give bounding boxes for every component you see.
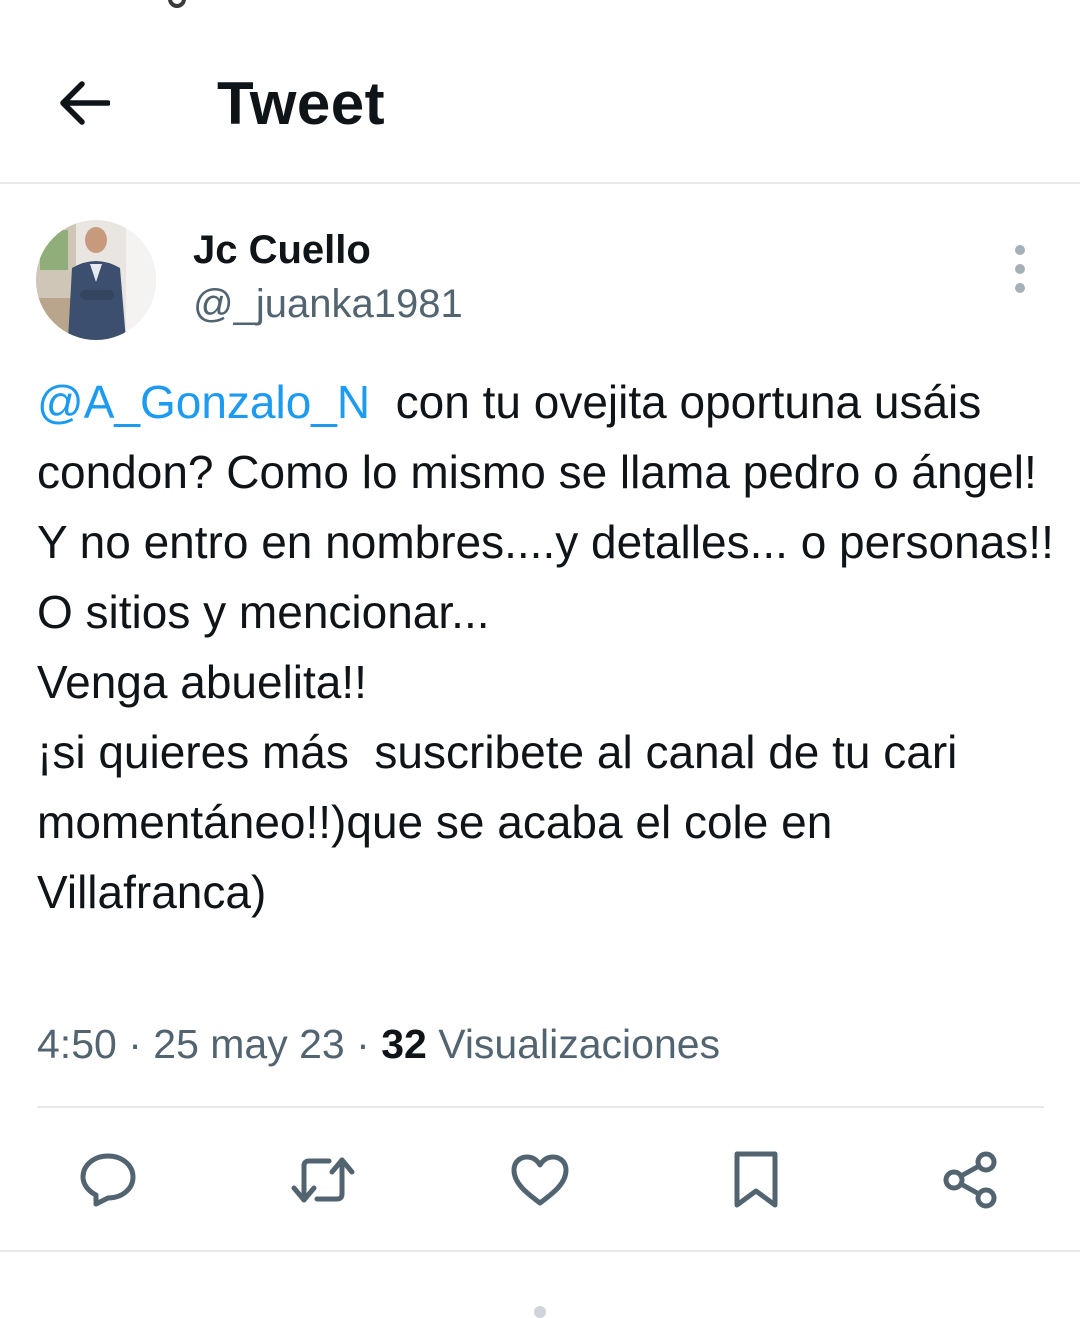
tweet-body: @A_Gonzalo_N con tu ovejita oportuna usá… bbox=[37, 367, 1057, 927]
divider bbox=[37, 1106, 1044, 1108]
views-label[interactable]: Visualizaciones bbox=[438, 1021, 720, 1067]
scroll-indicator bbox=[534, 1306, 546, 1318]
bookmark-icon bbox=[734, 1151, 778, 1208]
avatar[interactable] bbox=[36, 220, 156, 340]
status-icon bbox=[168, 0, 186, 8]
profile-photo bbox=[36, 220, 156, 340]
page-title: Tweet bbox=[217, 70, 386, 137]
tweet-time: 4:50 bbox=[37, 1021, 117, 1067]
views-count: 32 bbox=[381, 1021, 427, 1067]
more-options-button[interactable] bbox=[1000, 245, 1040, 293]
retweet-button[interactable] bbox=[283, 1140, 363, 1220]
retweet-icon bbox=[291, 1157, 355, 1203]
author-display-name[interactable]: Jc Cuello bbox=[193, 226, 371, 274]
mention-link[interactable]: @A_Gonzalo_N bbox=[37, 376, 370, 428]
tweet-text: con tu ovejita oportuna usáis condon? Co… bbox=[37, 376, 1054, 918]
like-button[interactable] bbox=[500, 1140, 580, 1220]
divider bbox=[0, 1250, 1080, 1252]
meta-separator: · bbox=[356, 1021, 370, 1067]
share-icon bbox=[943, 1151, 997, 1209]
reply-icon bbox=[80, 1153, 136, 1207]
arrow-left-icon bbox=[60, 81, 110, 125]
share-button[interactable] bbox=[930, 1140, 1010, 1220]
back-button[interactable] bbox=[50, 69, 118, 137]
tweet-date: 25 may 23 bbox=[153, 1021, 345, 1067]
reply-button[interactable] bbox=[68, 1140, 148, 1220]
more-dots-icon bbox=[1015, 245, 1025, 255]
status-bar bbox=[0, 0, 1080, 14]
top-app-bar: Tweet bbox=[0, 14, 1080, 184]
author-handle[interactable]: @_juanka1981 bbox=[193, 280, 463, 328]
action-bar bbox=[0, 1140, 1080, 1220]
meta-separator: · bbox=[128, 1021, 142, 1067]
like-heart-icon bbox=[511, 1154, 569, 1206]
tweet-metadata: 4:50 · 25 may 23 · 32 Visualizaciones bbox=[37, 1018, 720, 1070]
bookmark-button[interactable] bbox=[716, 1140, 796, 1220]
